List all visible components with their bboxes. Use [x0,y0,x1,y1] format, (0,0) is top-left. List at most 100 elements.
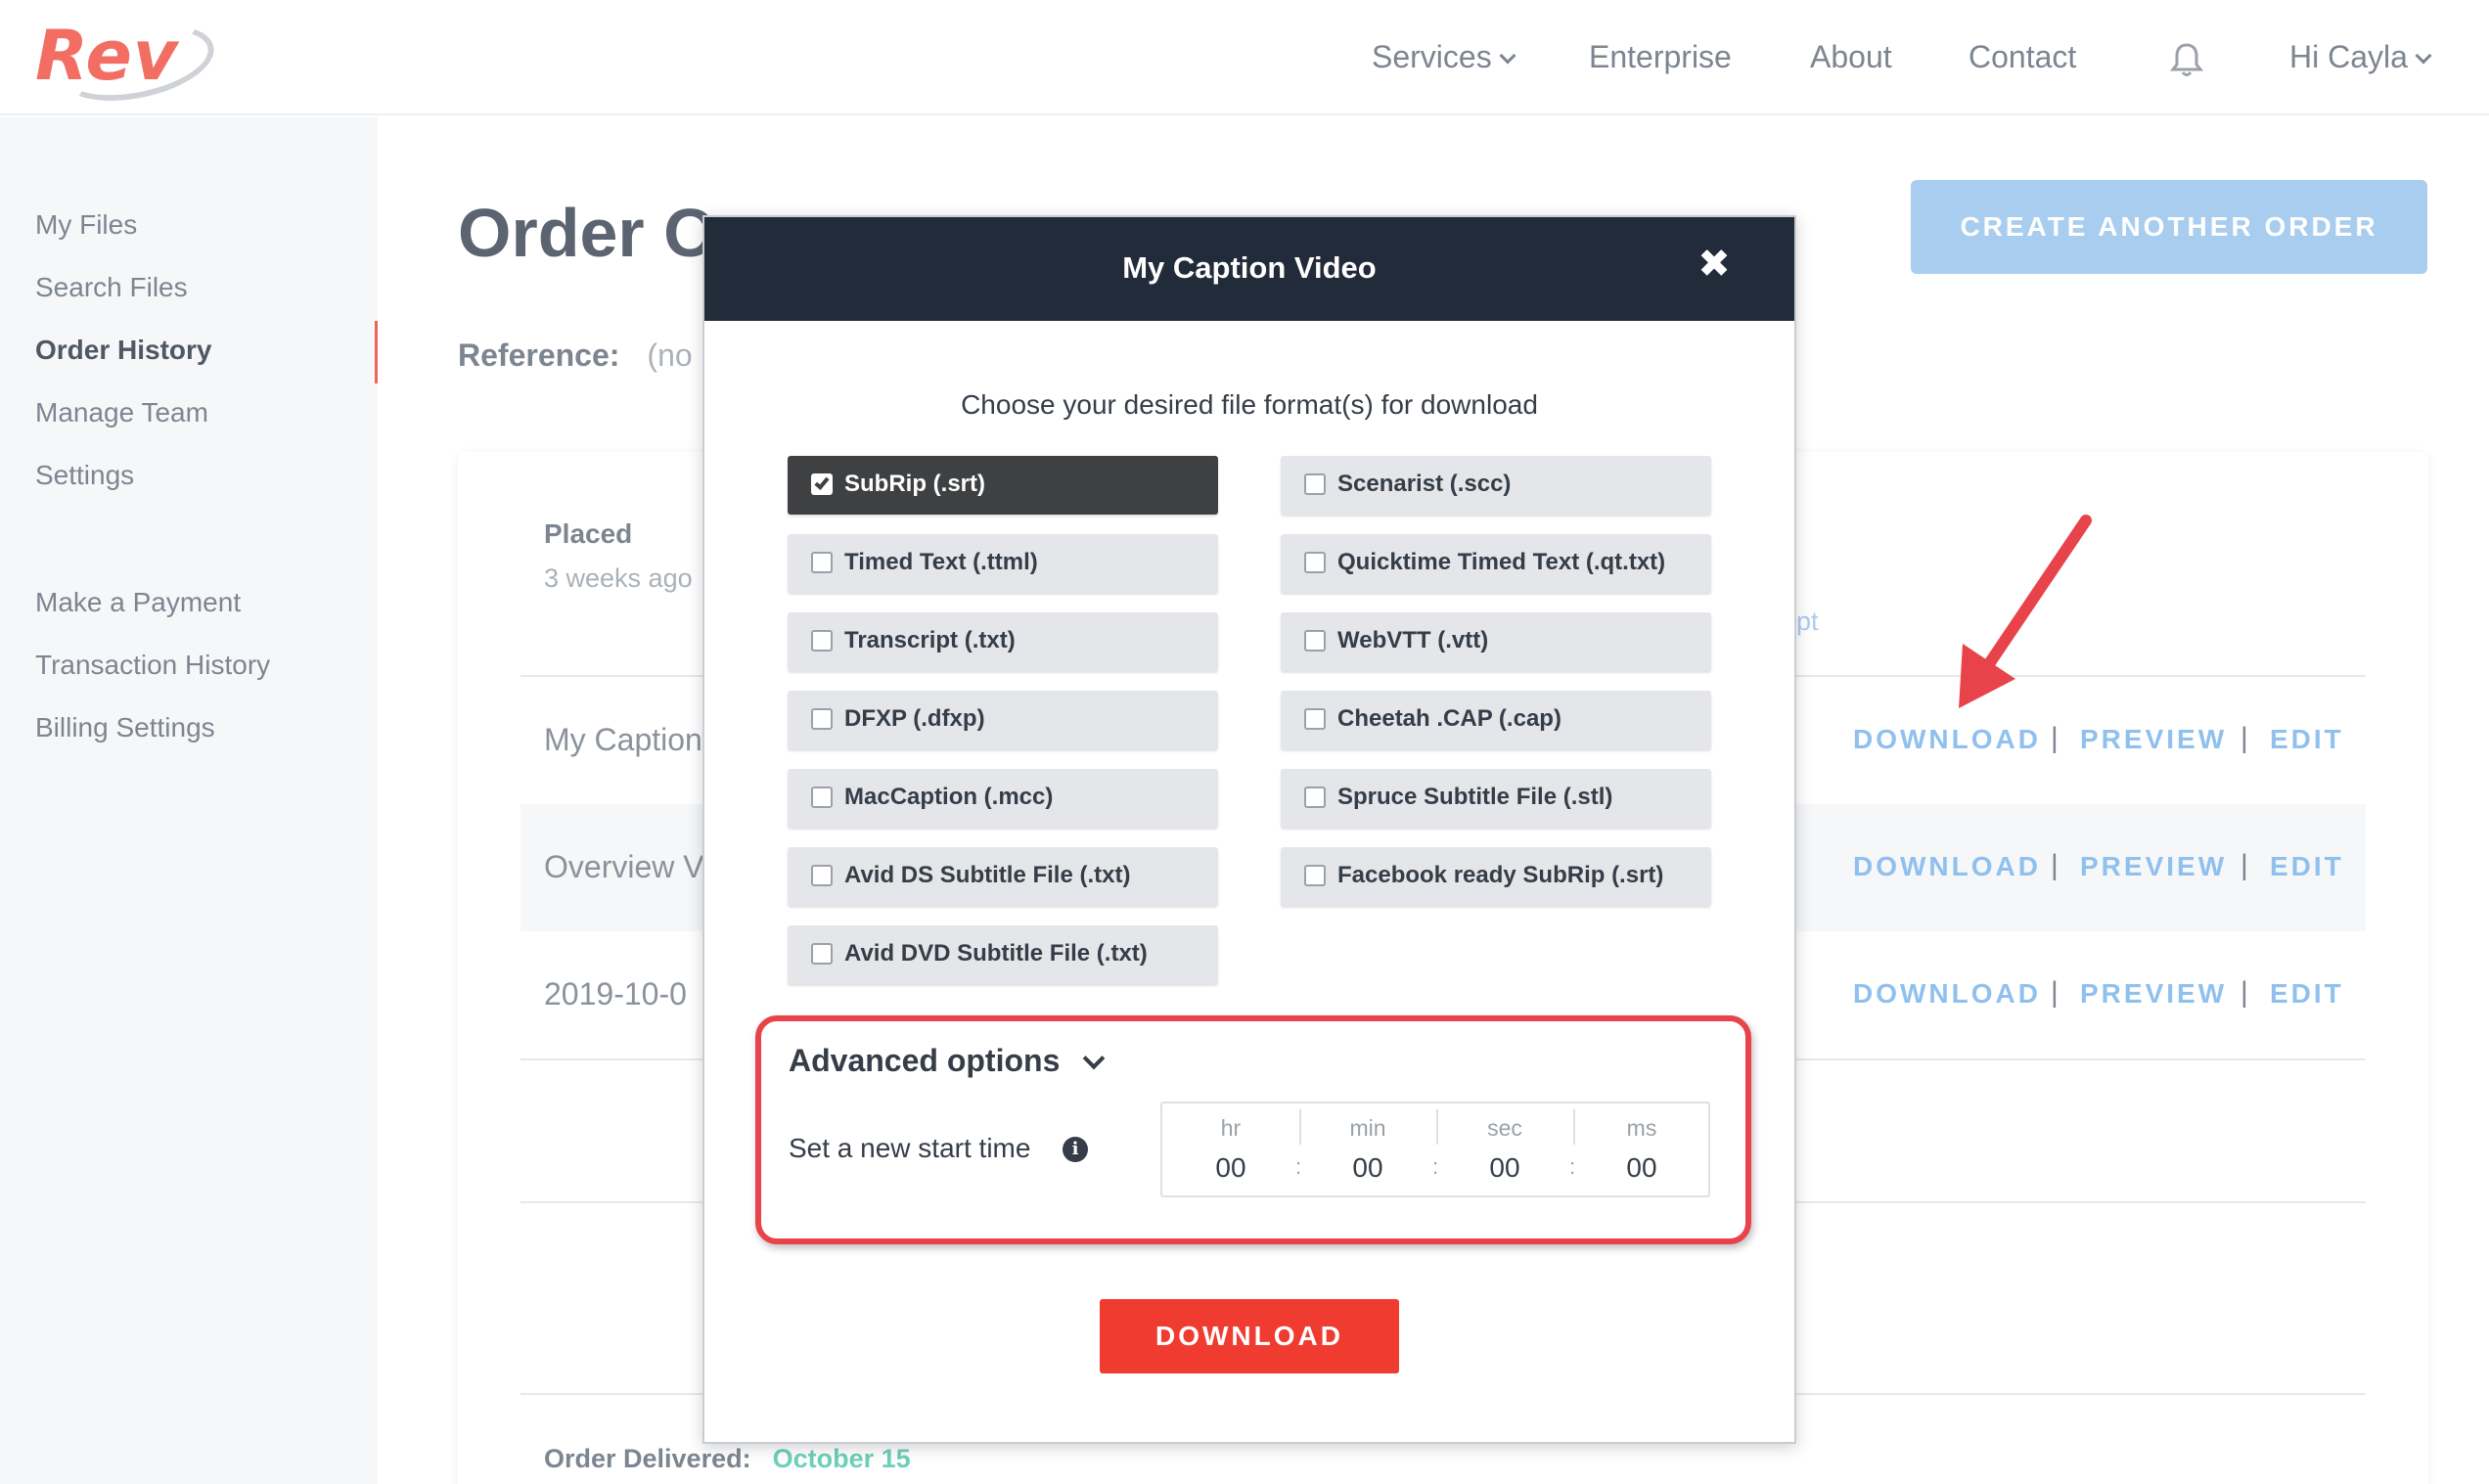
chevron-down-icon [2415,47,2432,65]
rev-logo[interactable]: Rev [31,12,221,113]
format-label: Avid DVD Subtitle File (.txt) [844,940,1148,967]
modal-subtitle: Choose your desired file format(s) for d… [961,389,1538,420]
file-name[interactable]: My Caption [544,722,702,758]
info-icon[interactable]: i [1063,1137,1088,1162]
download-link[interactable]: DOWNLOAD [1853,851,2041,882]
reference-row: Reference: (no [458,337,693,374]
format-option-avid-dvd[interactable]: Avid DVD Subtitle File (.txt) [788,925,1218,984]
minute-value[interactable]: 00 [1299,1152,1436,1184]
modal-title: My Caption Video [1122,250,1377,285]
format-option-webvtt[interactable]: WebVTT (.vtt) [1281,612,1711,671]
create-another-order-button[interactable]: CREATE ANOTHER ORDER [1911,180,2427,274]
nav-enterprise[interactable]: Enterprise [1589,39,1732,78]
millisecond-field[interactable]: ms 00 [1573,1103,1710,1195]
edit-link[interactable]: EDIT [2270,724,2344,755]
top-navigation-bar: Rev Services Enterprise About Contact Hi… [0,0,2489,115]
sidebar-item-billing-settings[interactable]: Billing Settings [35,712,215,743]
format-label: Cheetah .CAP (.cap) [1337,705,1561,732]
format-label: Transcript (.txt) [844,627,1016,653]
format-label: Scenarist (.scc) [1337,471,1512,497]
checkbox-checked-icon[interactable] [811,473,833,495]
action-separator: | [2051,976,2059,1009]
hour-field[interactable]: hr 00 [1162,1103,1299,1195]
action-separator: | [2240,976,2248,1009]
user-greeting: Hi Cayla [2289,39,2408,74]
file-name[interactable]: 2019-10-0 [544,976,687,1012]
nav-services[interactable]: Services [1372,39,1516,78]
format-label: Timed Text (.ttml) [844,549,1038,575]
download-button[interactable]: DOWNLOAD [1100,1299,1399,1373]
format-option-scenarist[interactable]: Scenarist (.scc) [1281,456,1711,515]
format-option-transcript[interactable]: Transcript (.txt) [788,612,1218,671]
file-name[interactable]: Overview V [544,849,704,885]
checkbox-icon[interactable] [811,865,833,886]
hour-value[interactable]: 00 [1162,1152,1299,1184]
checkbox-icon[interactable] [1304,865,1326,886]
reference-label: Reference: [458,337,620,373]
preview-link[interactable]: PREVIEW [2080,851,2227,882]
checkbox-icon[interactable] [811,708,833,730]
download-link[interactable]: DOWNLOAD [1853,724,2041,755]
user-menu[interactable]: Hi Cayla [2289,39,2432,78]
link-fragment[interactable]: pt [1796,607,1819,637]
format-option-maccaption[interactable]: MacCaption (.mcc) [788,769,1218,828]
sidebar-item-manage-team[interactable]: Manage Team [35,397,208,428]
chevron-down-icon [1499,47,1516,65]
format-option-cheetah[interactable]: Cheetah .CAP (.cap) [1281,691,1711,749]
format-option-quicktime[interactable]: Quicktime Timed Text (.qt.txt) [1281,534,1711,593]
format-label: Spruce Subtitle File (.stl) [1337,784,1613,810]
format-label: SubRip (.srt) [844,471,985,497]
sidebar [0,117,378,1484]
sidebar-item-settings[interactable]: Settings [35,460,134,491]
minute-field[interactable]: min 00 [1299,1103,1436,1195]
format-option-timed-text[interactable]: Timed Text (.ttml) [788,534,1218,593]
checkbox-icon[interactable] [1304,473,1326,495]
format-label: Facebook ready SubRip (.srt) [1337,862,1664,888]
preview-link[interactable]: PREVIEW [2080,724,2227,755]
checkbox-icon[interactable] [1304,787,1326,808]
format-option-avid-ds[interactable]: Avid DS Subtitle File (.txt) [788,847,1218,906]
checkbox-icon[interactable] [811,552,833,573]
nav-about[interactable]: About [1810,39,1892,78]
preview-link[interactable]: PREVIEW [2080,978,2227,1010]
placed-label: Placed [544,518,633,549]
checkbox-icon[interactable] [1304,708,1326,730]
second-field[interactable]: sec 00 [1436,1103,1573,1195]
sidebar-item-order-history[interactable]: Order History [35,335,212,366]
checkbox-icon[interactable] [811,943,833,965]
edit-link[interactable]: EDIT [2270,851,2344,882]
logo-text: Rev [35,16,179,96]
format-option-facebook-srt[interactable]: Facebook ready SubRip (.srt) [1281,847,1711,906]
sidebar-item-transaction-history[interactable]: Transaction History [35,650,270,681]
sidebar-item-my-files[interactable]: My Files [35,209,137,241]
millisecond-label: ms [1626,1115,1657,1141]
action-separator: | [2240,722,2248,754]
millisecond-value[interactable]: 00 [1573,1152,1710,1184]
checkbox-icon[interactable] [1304,552,1326,573]
advanced-options-toggle[interactable]: Advanced options [789,1043,1060,1079]
format-label: Quicktime Timed Text (.qt.txt) [1337,549,1666,575]
edit-link[interactable]: EDIT [2270,978,2344,1010]
download-modal: My Caption Video ✖ Choose your desired f… [702,215,1796,1444]
checkbox-icon[interactable] [1304,630,1326,652]
modal-header: My Caption Video ✖ [704,217,1794,321]
reference-value: (no [647,337,693,373]
annotation-arrow-icon [1959,515,2092,708]
checkbox-icon[interactable] [811,630,833,652]
checkbox-icon[interactable] [811,787,833,808]
bell-icon[interactable] [2170,41,2203,78]
start-time-label: Set a new start time [789,1133,1031,1163]
format-option-subrip[interactable]: SubRip (.srt) [788,456,1218,515]
format-option-spruce[interactable]: Spruce Subtitle File (.stl) [1281,769,1711,828]
nav-contact[interactable]: Contact [1969,39,2076,78]
second-value[interactable]: 00 [1436,1152,1573,1184]
action-separator: | [2051,722,2059,754]
download-link[interactable]: DOWNLOAD [1853,978,2041,1010]
sidebar-item-make-payment[interactable]: Make a Payment [35,587,241,618]
placed-value: 3 weeks ago [544,563,693,593]
format-option-dfxp[interactable]: DFXP (.dfxp) [788,691,1218,749]
format-label: WebVTT (.vtt) [1337,627,1489,653]
sidebar-item-search-files[interactable]: Search Files [35,272,188,303]
close-icon[interactable]: ✖ [1695,245,1734,284]
minute-label: min [1349,1115,1386,1141]
